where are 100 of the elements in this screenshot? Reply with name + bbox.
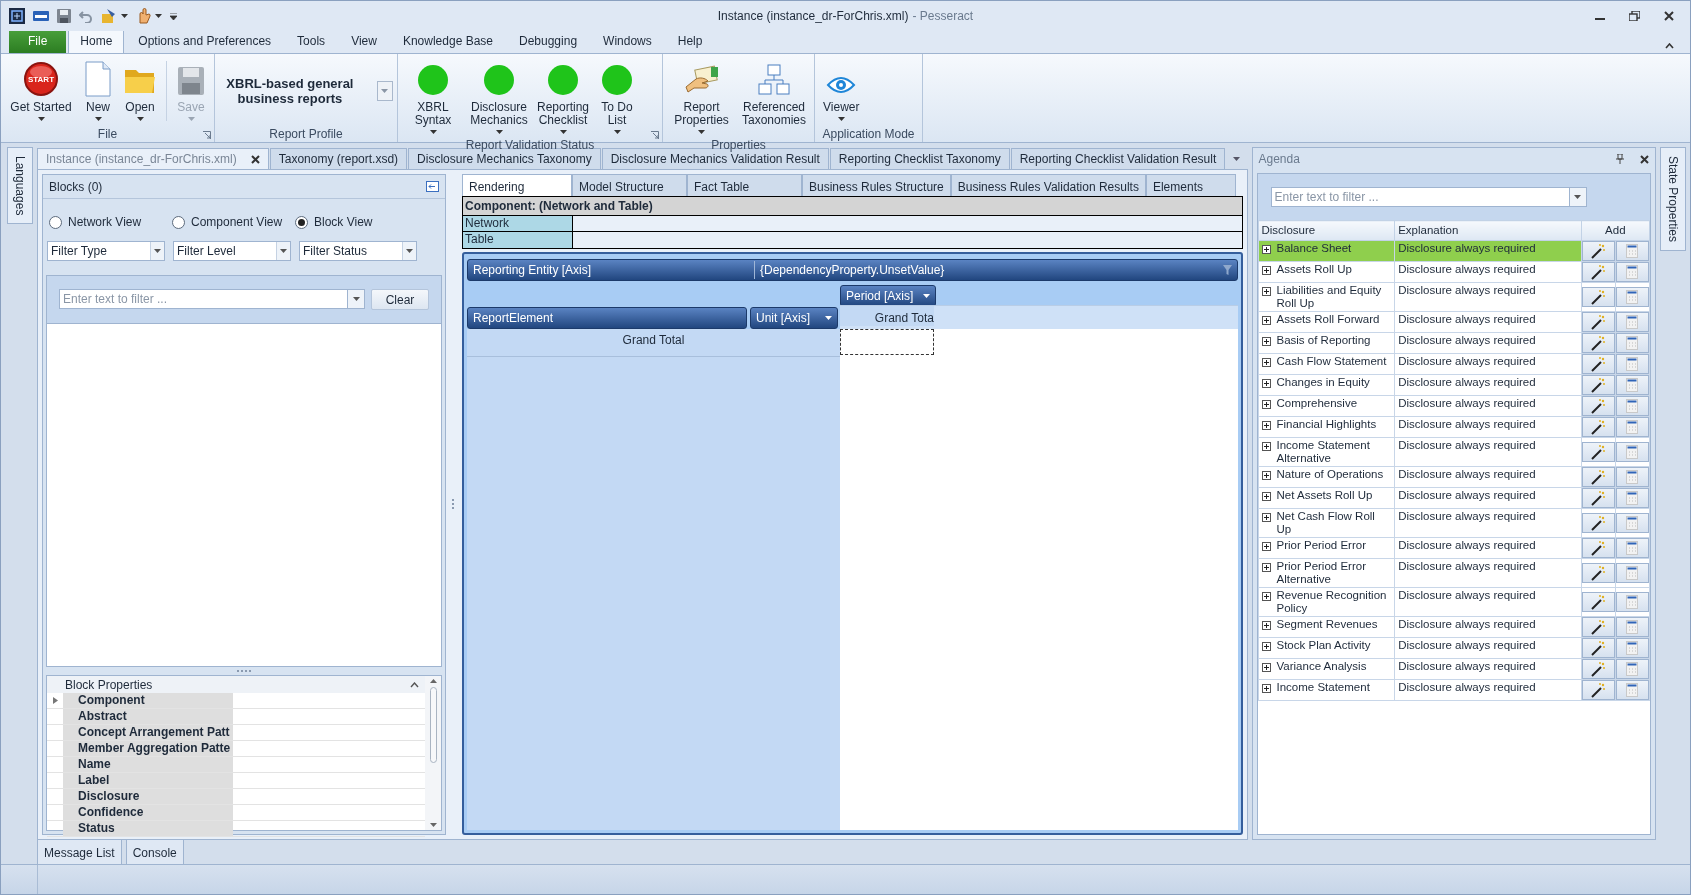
ribbon-button[interactable]: New xyxy=(79,57,117,123)
customize-icon[interactable] xyxy=(170,12,177,20)
dialog-launcher-icon[interactable] xyxy=(651,131,659,139)
expand-icon[interactable] xyxy=(1261,245,1271,255)
filter-dropdown[interactable]: Filter Status xyxy=(299,241,417,261)
add-button[interactable] xyxy=(1581,488,1615,509)
clear-button[interactable]: Clear xyxy=(371,289,429,310)
expand-icon[interactable] xyxy=(1261,379,1271,389)
row-field-button[interactable]: ReportElement xyxy=(467,307,747,329)
expand-icon[interactable] xyxy=(1261,684,1271,694)
ribbon-button[interactable]: Report Properties xyxy=(667,57,736,136)
add-button[interactable] xyxy=(1581,467,1615,488)
pane-icon[interactable] xyxy=(426,181,439,192)
expand-icon[interactable] xyxy=(1261,316,1271,326)
content-tab[interactable]: Model Structure xyxy=(572,174,687,196)
collapse-ribbon-icon[interactable] xyxy=(1665,43,1674,49)
hand-icon[interactable] xyxy=(136,8,151,24)
side-tab[interactable]: State Properties xyxy=(1660,147,1686,252)
add-button[interactable] xyxy=(1581,241,1615,262)
close-icon[interactable] xyxy=(250,154,260,164)
filter-field[interactable]: Enter text to filter ... xyxy=(59,289,348,309)
ribbon-button[interactable]: START Get Started xyxy=(5,57,77,123)
content-tab[interactable]: Business Rules Validation Results xyxy=(950,174,1146,196)
expand-icon[interactable] xyxy=(1261,621,1271,631)
add-button[interactable] xyxy=(1581,312,1615,333)
document-tab[interactable]: Reporting Checklist Validation Result xyxy=(1010,148,1226,169)
ribbon-button[interactable]: Viewer xyxy=(819,57,864,123)
chevron-up-icon[interactable] xyxy=(410,681,419,688)
data-cell[interactable] xyxy=(840,329,934,355)
ribbon-tab[interactable]: Windows xyxy=(591,28,664,53)
row-field-button[interactable]: Unit [Axis] xyxy=(750,307,838,329)
add-button[interactable] xyxy=(1581,442,1615,463)
filter-dropdown[interactable]: Filter Type xyxy=(47,241,165,261)
ribbon-button[interactable]: Open xyxy=(119,57,161,123)
dialog-launcher-icon[interactable] xyxy=(203,131,211,139)
expand-icon[interactable] xyxy=(1261,266,1271,276)
expand-icon[interactable] xyxy=(1261,442,1271,452)
add-button[interactable] xyxy=(1581,659,1615,680)
ribbon-button[interactable]: Reporting Checklist xyxy=(534,57,592,136)
radio-option[interactable]: Component View xyxy=(172,213,295,231)
add-button[interactable] xyxy=(1581,617,1615,638)
document-tab[interactable]: Taxonomy (report.xsd) xyxy=(269,148,408,169)
expand-icon[interactable] xyxy=(1261,592,1271,602)
scrollbar[interactable] xyxy=(425,676,441,830)
expand-icon[interactable] xyxy=(1261,421,1271,431)
expand-icon[interactable] xyxy=(1261,471,1271,481)
expand-icon[interactable] xyxy=(1261,513,1271,523)
add-button[interactable] xyxy=(1581,375,1615,396)
radio-option[interactable]: Block View xyxy=(295,213,418,231)
add-button[interactable] xyxy=(1581,396,1615,417)
expand-icon[interactable] xyxy=(1261,400,1271,410)
add-button[interactable] xyxy=(1581,333,1615,354)
expand-icon[interactable] xyxy=(1261,563,1271,573)
scrollbar-thumb[interactable] xyxy=(429,687,437,763)
add-button[interactable] xyxy=(1581,680,1615,701)
filter-field[interactable]: Enter text to filter ... xyxy=(1270,187,1570,207)
ribbon-tab[interactable]: Tools xyxy=(285,28,338,53)
scroll-up-icon[interactable] xyxy=(429,679,437,683)
add-button[interactable] xyxy=(1581,513,1615,534)
add-button[interactable] xyxy=(1581,417,1615,438)
content-tab[interactable]: Business Rules Structure xyxy=(802,174,951,196)
add-button[interactable] xyxy=(1581,354,1615,375)
content-tab[interactable]: Fact Table xyxy=(687,174,802,196)
pin-icon[interactable] xyxy=(1616,154,1624,164)
add-button[interactable] xyxy=(1581,638,1615,659)
brush-icon[interactable] xyxy=(101,8,117,24)
expand-icon[interactable] xyxy=(1261,492,1271,502)
add-button[interactable] xyxy=(1581,563,1615,584)
add-button[interactable] xyxy=(1581,262,1615,283)
scroll-down-icon[interactable] xyxy=(429,823,437,827)
save-icon[interactable] xyxy=(57,9,71,23)
document-tab[interactable]: Reporting Checklist Taxonomy xyxy=(829,148,1010,169)
expand-icon[interactable] xyxy=(1261,663,1271,673)
field-label[interactable]: Reporting Entity [Axis] xyxy=(473,261,755,279)
dropdown-button[interactable] xyxy=(348,289,365,309)
filter-icon[interactable] xyxy=(1222,265,1232,275)
close-icon[interactable] xyxy=(1664,11,1674,21)
add-button[interactable] xyxy=(1581,287,1615,308)
filter-dropdown[interactable]: Filter Level xyxy=(173,241,291,261)
app-icon[interactable] xyxy=(9,8,25,24)
expand-icon[interactable] xyxy=(1261,358,1271,368)
expand-icon[interactable] xyxy=(1261,287,1271,297)
ribbon-tab[interactable]: Knowledge Base xyxy=(390,28,505,53)
add-button[interactable] xyxy=(1581,538,1615,559)
ribbon-button[interactable]: Referenced Taxonomies xyxy=(738,57,810,129)
xbrl-icon[interactable] xyxy=(33,9,49,23)
close-icon[interactable] xyxy=(1640,154,1649,164)
content-tab[interactable]: Elements xyxy=(1145,174,1236,196)
add-button[interactable] xyxy=(1581,592,1615,613)
ribbon-tab[interactable]: View xyxy=(339,28,389,53)
ribbon-button[interactable]: To Do List xyxy=(594,57,640,136)
ribbon-button[interactable]: Disclosure Mechanics xyxy=(466,57,532,136)
expand-icon[interactable] xyxy=(1261,642,1271,652)
restore-icon[interactable] xyxy=(1629,11,1640,21)
ribbon-tab[interactable]: Options and Preferences xyxy=(126,28,284,53)
expand-icon[interactable] xyxy=(1261,337,1271,347)
content-tab[interactable]: Rendering xyxy=(462,174,572,196)
radio-option[interactable]: Network View xyxy=(49,213,172,231)
ribbon-button[interactable]: XBRL Syntax xyxy=(402,57,464,136)
period-field-button[interactable]: Period [Axis] xyxy=(840,285,936,307)
